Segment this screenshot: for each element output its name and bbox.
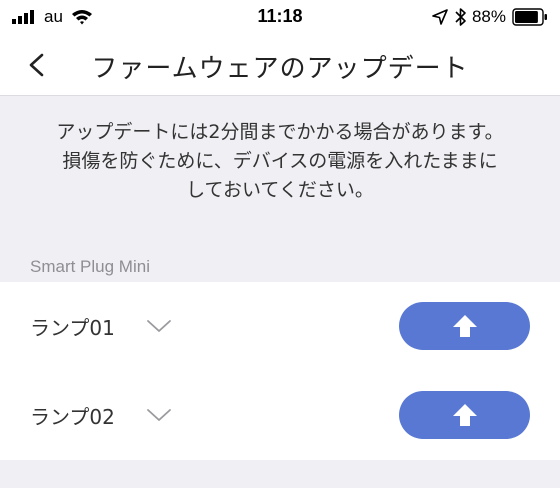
battery-icon — [512, 8, 547, 26]
arrow-up-icon — [452, 315, 477, 337]
device-row: ランプ01 — [0, 282, 560, 371]
chevron-down-icon[interactable] — [145, 316, 173, 336]
device-row: ランプ02 — [0, 371, 560, 460]
chevron-down-icon[interactable] — [145, 405, 173, 425]
device-list: ランプ01 ランプ02 — [0, 282, 560, 460]
section-header: Smart Plug Mini — [30, 257, 150, 276]
arrow-up-icon — [452, 404, 477, 426]
battery-percent: 88% — [471, 7, 506, 26]
status-right: 88% — [432, 6, 548, 28]
update-button[interactable] — [399, 391, 530, 439]
bluetooth-icon — [455, 8, 466, 26]
location-arrow-icon — [432, 9, 448, 25]
page-title: ファームウェアのアップデート — [91, 54, 469, 84]
status-bar: au 11:18 88% — [0, 0, 560, 34]
device-name: ランプ01 — [30, 316, 115, 340]
device-name: ランプ02 — [30, 405, 115, 429]
notice-line-2: 損傷を防ぐために、デバイスの電源を入れたままに — [62, 150, 498, 172]
update-button[interactable] — [399, 302, 530, 350]
notice-line-3: しておいてください。 — [186, 179, 374, 201]
notice-line-1: アップデートには2分間までかかる場合があります。 — [56, 121, 504, 143]
nav-bar: ファームウェアのアップデート — [0, 34, 560, 96]
update-notice: アップデートには2分間までかかる場合があります。 損傷を防ぐために、デバイスの電… — [0, 118, 560, 205]
